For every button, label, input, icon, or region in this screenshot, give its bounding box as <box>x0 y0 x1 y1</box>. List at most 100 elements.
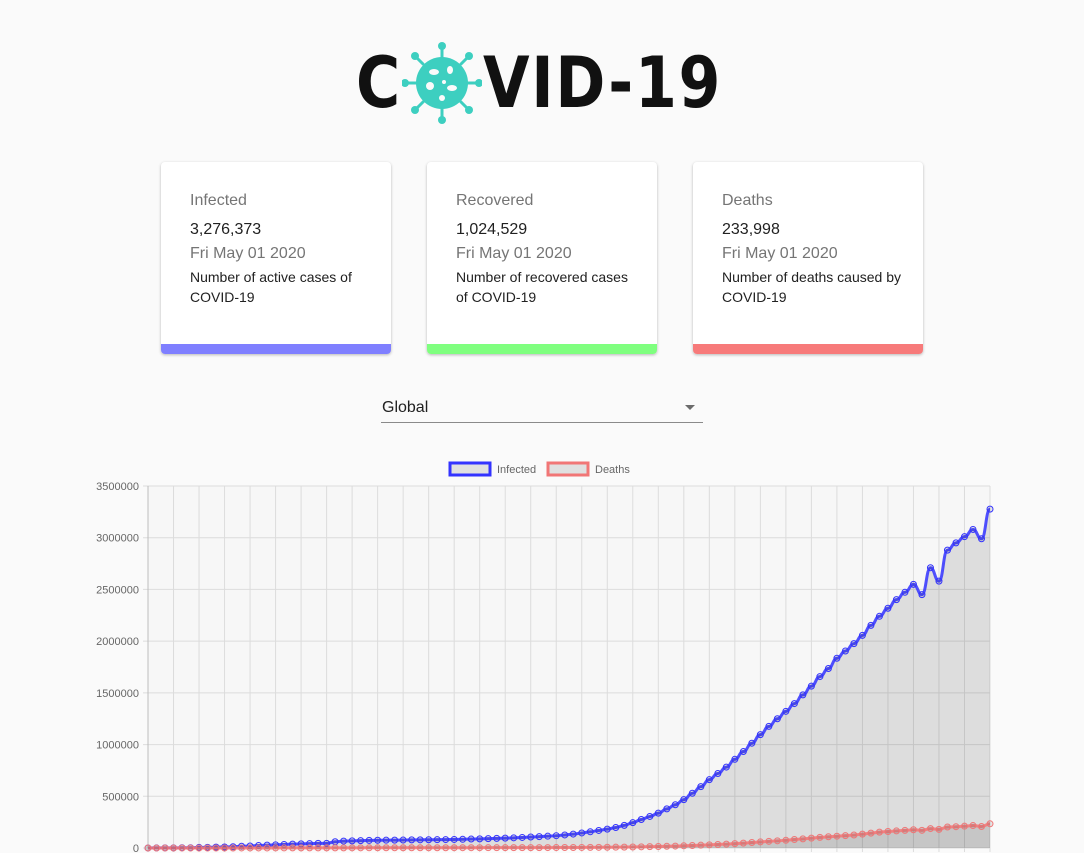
data-point-deaths <box>969 822 977 830</box>
data-point-infected <box>637 815 645 823</box>
data-point-deaths <box>297 844 305 852</box>
data-point-infected <box>340 837 348 845</box>
data-point-infected <box>824 664 832 672</box>
data-point-deaths <box>416 844 424 852</box>
data-point-deaths <box>918 826 926 834</box>
data-point-infected <box>918 591 926 599</box>
data-point-infected <box>467 835 475 843</box>
data-point-deaths <box>654 842 662 850</box>
data-point-infected <box>654 809 662 817</box>
data-point-infected <box>578 829 586 837</box>
data-point-infected <box>833 654 841 662</box>
card-count: 1,024,529 <box>456 221 528 238</box>
data-point-infected <box>960 533 968 541</box>
data-point-deaths <box>833 832 841 840</box>
data-point-deaths <box>960 822 968 830</box>
legend-swatch-infected <box>448 461 492 477</box>
data-point-deaths <box>892 827 900 835</box>
data-point-deaths <box>263 844 271 852</box>
data-point-deaths <box>935 825 943 833</box>
legend-label-deaths: Deaths <box>595 464 630 476</box>
data-point-infected <box>739 748 747 756</box>
data-point-infected <box>875 612 883 620</box>
data-point-infected <box>391 836 399 844</box>
card-date: Fri May 01 2020 <box>190 245 306 262</box>
card-date: Fri May 01 2020 <box>456 245 572 262</box>
data-point-deaths <box>272 844 280 852</box>
dropdown-arrow-icon[interactable] <box>685 405 695 410</box>
data-point-deaths <box>255 844 263 852</box>
data-point-deaths <box>603 843 611 851</box>
data-point-deaths <box>170 844 178 852</box>
card-title: Recovered <box>456 192 534 209</box>
data-point-deaths <box>739 839 747 847</box>
data-point-deaths <box>357 844 365 852</box>
data-point-deaths <box>552 844 560 852</box>
data-point-deaths <box>238 844 246 852</box>
legend-label-infected: Infected <box>497 464 536 476</box>
data-point-infected <box>765 722 773 730</box>
card-title: Infected <box>190 192 247 209</box>
data-point-deaths <box>144 844 152 852</box>
data-point-deaths <box>705 841 713 849</box>
y-tick-label: 1500000 <box>96 688 139 700</box>
data-point-deaths <box>510 844 518 852</box>
data-point-deaths <box>773 837 781 845</box>
data-point-deaths <box>952 823 960 831</box>
data-point-infected <box>374 836 382 844</box>
data-point-deaths <box>722 840 730 848</box>
data-point-deaths <box>561 844 569 852</box>
virus-icon <box>402 42 482 124</box>
data-point-infected <box>629 819 637 827</box>
data-point-deaths <box>714 840 722 848</box>
y-tick-label: 3000000 <box>96 533 139 545</box>
data-point-deaths <box>153 844 161 852</box>
data-point-deaths <box>807 834 815 842</box>
data-point-deaths <box>595 843 603 851</box>
data-point-infected <box>858 631 866 639</box>
data-point-infected <box>408 836 416 844</box>
y-tick-label: 2500000 <box>96 584 139 596</box>
data-point-infected <box>688 789 696 797</box>
data-point-infected <box>586 828 594 836</box>
data-point-infected <box>756 731 764 739</box>
data-point-deaths <box>289 844 297 852</box>
infected-card: Infected 3,276,373 Fri May 01 2020 Numbe… <box>161 162 391 354</box>
data-point-deaths <box>926 825 934 833</box>
card-date: Fri May 01 2020 <box>722 245 838 262</box>
data-point-deaths <box>697 841 705 849</box>
y-tick-label: 0 <box>133 843 139 853</box>
data-point-infected <box>433 836 441 844</box>
data-point-deaths <box>391 844 399 852</box>
data-point-deaths <box>578 843 586 851</box>
data-point-deaths <box>221 844 229 852</box>
data-point-deaths <box>569 844 577 852</box>
data-point-infected <box>527 833 535 841</box>
data-point-deaths <box>467 844 475 852</box>
data-point-deaths <box>756 838 764 846</box>
app-logo: C VID-19 <box>356 42 761 124</box>
data-point-deaths <box>399 844 407 852</box>
data-point-deaths <box>204 844 212 852</box>
data-point-deaths <box>246 844 254 852</box>
data-point-deaths <box>909 826 917 834</box>
card-count: 3,276,373 <box>190 221 262 238</box>
data-point-infected <box>935 577 943 585</box>
data-point-deaths <box>943 823 951 831</box>
data-point-infected <box>926 564 934 572</box>
data-point-deaths <box>331 844 339 852</box>
data-point-deaths <box>663 842 671 850</box>
data-point-infected <box>561 831 569 839</box>
data-point-deaths <box>671 842 679 850</box>
country-select[interactable]: Global <box>381 393 703 423</box>
data-point-deaths <box>518 844 526 852</box>
data-point-deaths <box>535 844 543 852</box>
data-point-deaths <box>433 844 441 852</box>
data-point-deaths <box>841 832 849 840</box>
data-point-infected <box>697 783 705 791</box>
data-point-deaths <box>178 844 186 852</box>
data-point-deaths <box>790 836 798 844</box>
logo-text-left: C <box>356 42 402 124</box>
data-point-deaths <box>161 844 169 852</box>
data-point-deaths <box>408 844 416 852</box>
